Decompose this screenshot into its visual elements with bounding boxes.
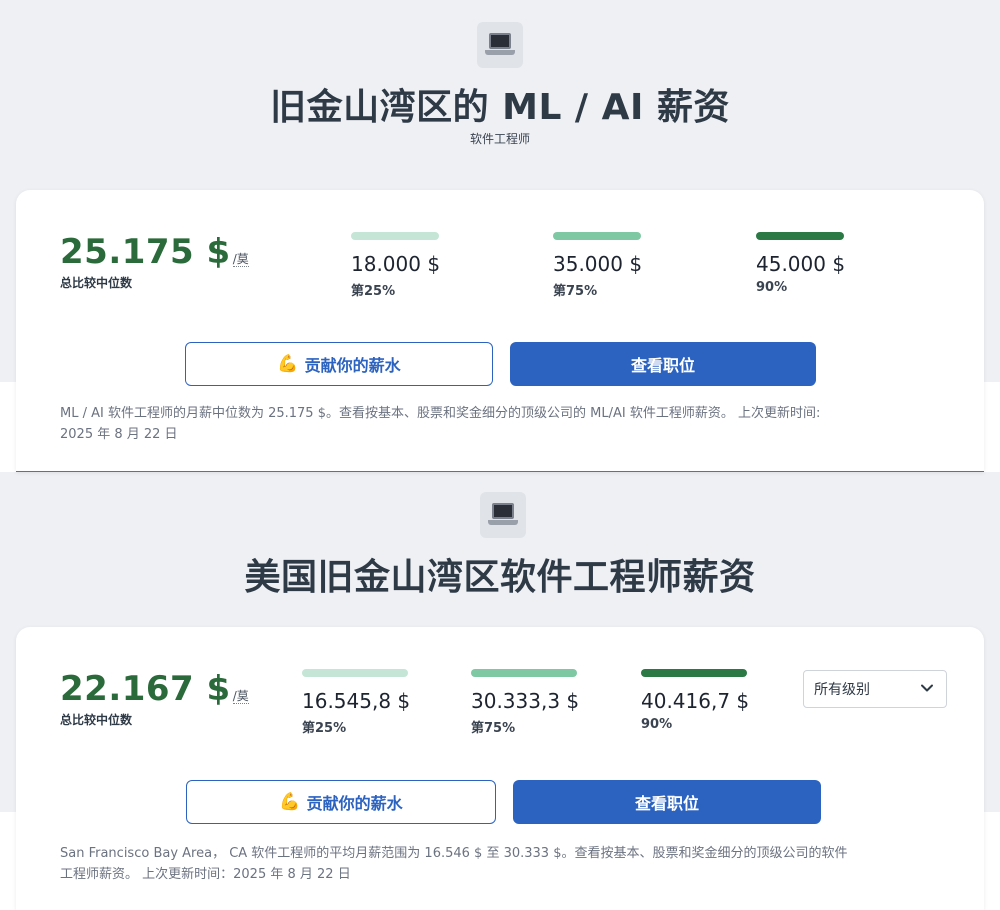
percentile-value: 16.545,8 $ (302, 689, 411, 713)
view-jobs-button[interactable]: 查看职位 (510, 342, 816, 386)
percentile-bar (641, 669, 747, 677)
view-jobs-label: 查看职位 (634, 794, 699, 813)
salary-section-ml-ai: 旧金山湾区的 ML / AI 薪资 软件工程师 25.175 $/莫 总比较中位… (0, 0, 1000, 472)
median-salary: 25.175 $/莫 总比较中位数 (60, 232, 249, 291)
percentile-label: 90% (641, 717, 673, 732)
view-jobs-label: 查看职位 (630, 356, 695, 375)
salary-description: ML / AI 软件工程师的月薪中位数为 25.175 $。查看按基本、股票和奖… (60, 403, 950, 445)
contribute-salary-label: 贡献你的薪水 (306, 794, 403, 813)
percentile-value: 40.416,7 $ (641, 689, 750, 713)
median-value: 22.167 $ (60, 669, 231, 709)
contribute-salary-button[interactable]: 💪 贡献你的薪水 (186, 780, 496, 824)
median-label: 总比较中位数 (60, 713, 133, 727)
percentile-90: 45.000 $ 90% (756, 232, 866, 295)
description-line: ML / AI 软件工程师的月薪中位数为 25.175 $。查看按基本、股票和奖… (60, 406, 821, 421)
level-select[interactable]: 所有级别 (803, 670, 947, 708)
median-salary: 22.167 $/莫 总比较中位数 (60, 669, 249, 728)
percentile-label: 第25% (302, 721, 347, 736)
view-jobs-button[interactable]: 查看职位 (513, 780, 821, 824)
description-line: 2025 年 8 月 22 日 (60, 427, 178, 442)
flexed-biceps-icon: 💪 (279, 792, 301, 812)
percentile-value: 45.000 $ (756, 252, 846, 276)
level-select-value: 所有级别 (814, 682, 870, 698)
salary-description: San Francisco Bay Area， CA 软件工程师的平均月薪范围为… (60, 843, 950, 885)
percentile-75: 30.333,3 $ 第75% (471, 669, 581, 736)
percentile-75: 35.000 $ 第75% (553, 232, 663, 299)
salary-section-software-engineer: 美国旧金山湾区软件工程师薪资 22.167 $/莫 总比较中位数 16.545,… (0, 474, 1000, 910)
median-label: 总比较中位数 (60, 276, 133, 290)
percentile-25: 18.000 $ 第25% (351, 232, 461, 299)
median-unit: /莫 (232, 689, 249, 704)
percentile-label: 第75% (471, 721, 516, 736)
description-line: 工程师薪资。 上次更新时间：2025 年 8 月 22 日 (60, 867, 351, 882)
percentile-25: 16.545,8 $ 第25% (302, 669, 412, 736)
median-unit: /莫 (232, 252, 249, 267)
percentile-bar (756, 232, 844, 240)
salary-card: 25.175 $/莫 总比较中位数 18.000 $ 第25% 35.000 $… (16, 190, 984, 472)
flexed-biceps-icon: 💪 (277, 354, 299, 374)
laptop-icon (477, 22, 523, 68)
page-title: 美国旧金山湾区软件工程师薪资 (244, 557, 756, 598)
description-line: San Francisco Bay Area， CA 软件工程师的平均月薪范围为… (60, 846, 848, 861)
contribute-salary-button[interactable]: 💪 贡献你的薪水 (185, 342, 493, 386)
percentile-90: 40.416,7 $ 90% (641, 669, 751, 732)
laptop-icon (480, 492, 526, 538)
page-title: 旧金山湾区的 ML / AI 薪资 (270, 87, 730, 128)
percentile-label: 第25% (351, 284, 396, 299)
percentile-label: 90% (756, 280, 788, 295)
percentile-value: 18.000 $ (351, 252, 441, 276)
chevron-down-icon (921, 684, 933, 692)
percentile-bar (351, 232, 439, 240)
percentile-label: 第75% (553, 284, 598, 299)
median-value: 25.175 $ (60, 232, 231, 272)
section-divider (16, 471, 984, 472)
percentile-bar (302, 669, 408, 677)
page-subtitle: 软件工程师 (469, 132, 530, 146)
percentile-bar (553, 232, 641, 240)
contribute-salary-label: 贡献你的薪水 (304, 356, 401, 375)
percentile-bar (471, 669, 577, 677)
salary-card: 22.167 $/莫 总比较中位数 16.545,8 $ 第25% 30.333… (16, 627, 984, 910)
percentile-value: 30.333,3 $ (471, 689, 580, 713)
percentile-value: 35.000 $ (553, 252, 643, 276)
